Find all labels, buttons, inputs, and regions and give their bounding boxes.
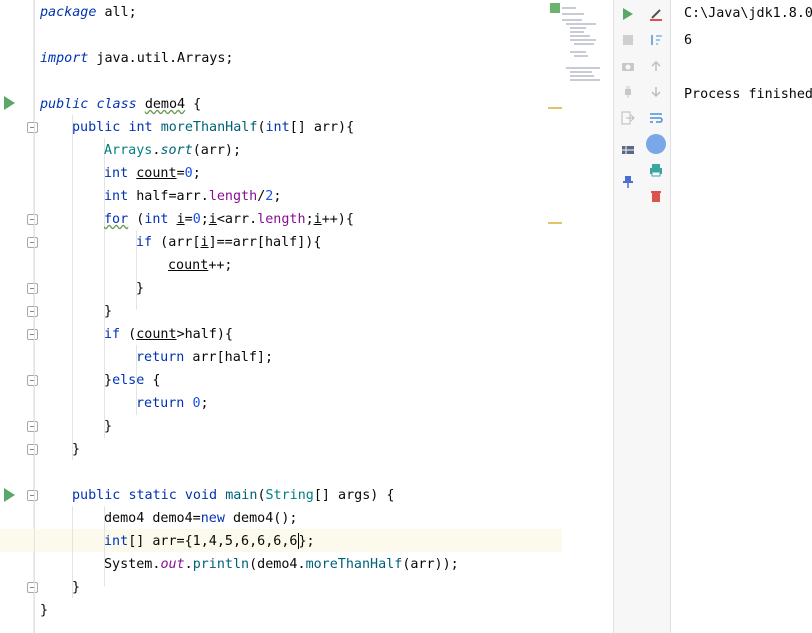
- code-line[interactable]: }: [34, 300, 112, 323]
- pin-icon[interactable]: [618, 172, 638, 192]
- stop-icon[interactable]: [618, 30, 638, 50]
- code-line[interactable]: demo4 demo4=new demo4();: [34, 507, 298, 530]
- exit-icon[interactable]: [618, 108, 638, 128]
- warning-stripe-mark[interactable]: [548, 222, 562, 224]
- rerun-icon[interactable]: [618, 4, 638, 24]
- code-line[interactable]: int count=0;: [34, 162, 201, 185]
- code-line[interactable]: System.out.println(demo4.moreThanHalf(ar…: [34, 553, 459, 576]
- print-icon[interactable]: [646, 160, 666, 180]
- code-line[interactable]: if (count>half){: [34, 323, 233, 346]
- scroll-to-end-icon[interactable]: [646, 134, 666, 154]
- code-line[interactable]: }: [34, 415, 112, 438]
- code-line[interactable]: if (arr[i]==arr[half]){: [34, 231, 321, 254]
- code-line[interactable]: import java.util.Arrays;: [34, 47, 234, 70]
- run-console[interactable]: C:\Java\jdk1.8.0 6 Process finished: [671, 0, 812, 633]
- arrow-up-icon[interactable]: [646, 56, 666, 76]
- layout-icon[interactable]: [618, 140, 638, 160]
- run-class-icon[interactable]: [4, 96, 15, 110]
- editor-minimap[interactable]: [560, 3, 612, 85]
- code-line[interactable]: package all;: [34, 1, 137, 24]
- keyword: package: [40, 5, 97, 20]
- run-main-icon[interactable]: [4, 488, 15, 502]
- console-status: Process finished: [684, 87, 812, 102]
- inspection-ok-icon[interactable]: [550, 3, 560, 13]
- run-toolbar: [613, 0, 671, 633]
- code-line[interactable]: }: [34, 576, 82, 599]
- edit-configuration-icon[interactable]: [646, 4, 666, 24]
- arrow-down-icon[interactable]: [646, 82, 666, 102]
- code-editor[interactable]: package all; import java.util.Arrays; pu…: [0, 0, 613, 633]
- code-line[interactable]: }: [34, 277, 144, 300]
- code-line[interactable]: for (int i=0;i<arr.length;i++){: [34, 208, 354, 231]
- code-line[interactable]: public int moreThanHalf(int[] arr){: [34, 116, 354, 139]
- code-line[interactable]: return arr[half];: [34, 346, 273, 369]
- soft-wrap-icon[interactable]: [646, 108, 666, 128]
- code-line[interactable]: Arrays.sort(arr);: [34, 139, 241, 162]
- code-line[interactable]: }else {: [34, 369, 160, 392]
- code-line[interactable]: }: [34, 599, 82, 622]
- plug-icon[interactable]: [618, 82, 638, 102]
- sort-icon[interactable]: [646, 30, 666, 50]
- camera-icon[interactable]: [618, 56, 638, 76]
- warning-stripe-mark[interactable]: [548, 107, 562, 109]
- code-line[interactable]: return 0;: [34, 392, 209, 415]
- code-line[interactable]: int half=arr.length/2;: [34, 185, 281, 208]
- code-line[interactable]: public class demo4 {: [34, 93, 201, 116]
- code-line-current[interactable]: int[] arr={1,4,5,6,6,6,6};: [34, 530, 315, 553]
- code-line[interactable]: }: [34, 438, 82, 461]
- trash-icon[interactable]: [646, 186, 666, 206]
- code-line[interactable]: public static void main(String[] args) {: [34, 484, 395, 507]
- console-output: 6: [684, 33, 693, 48]
- code-line[interactable]: count++;: [34, 254, 233, 277]
- console-command: C:\Java\jdk1.8.0: [684, 6, 812, 21]
- code-area[interactable]: package all; import java.util.Arrays; pu…: [34, 0, 613, 633]
